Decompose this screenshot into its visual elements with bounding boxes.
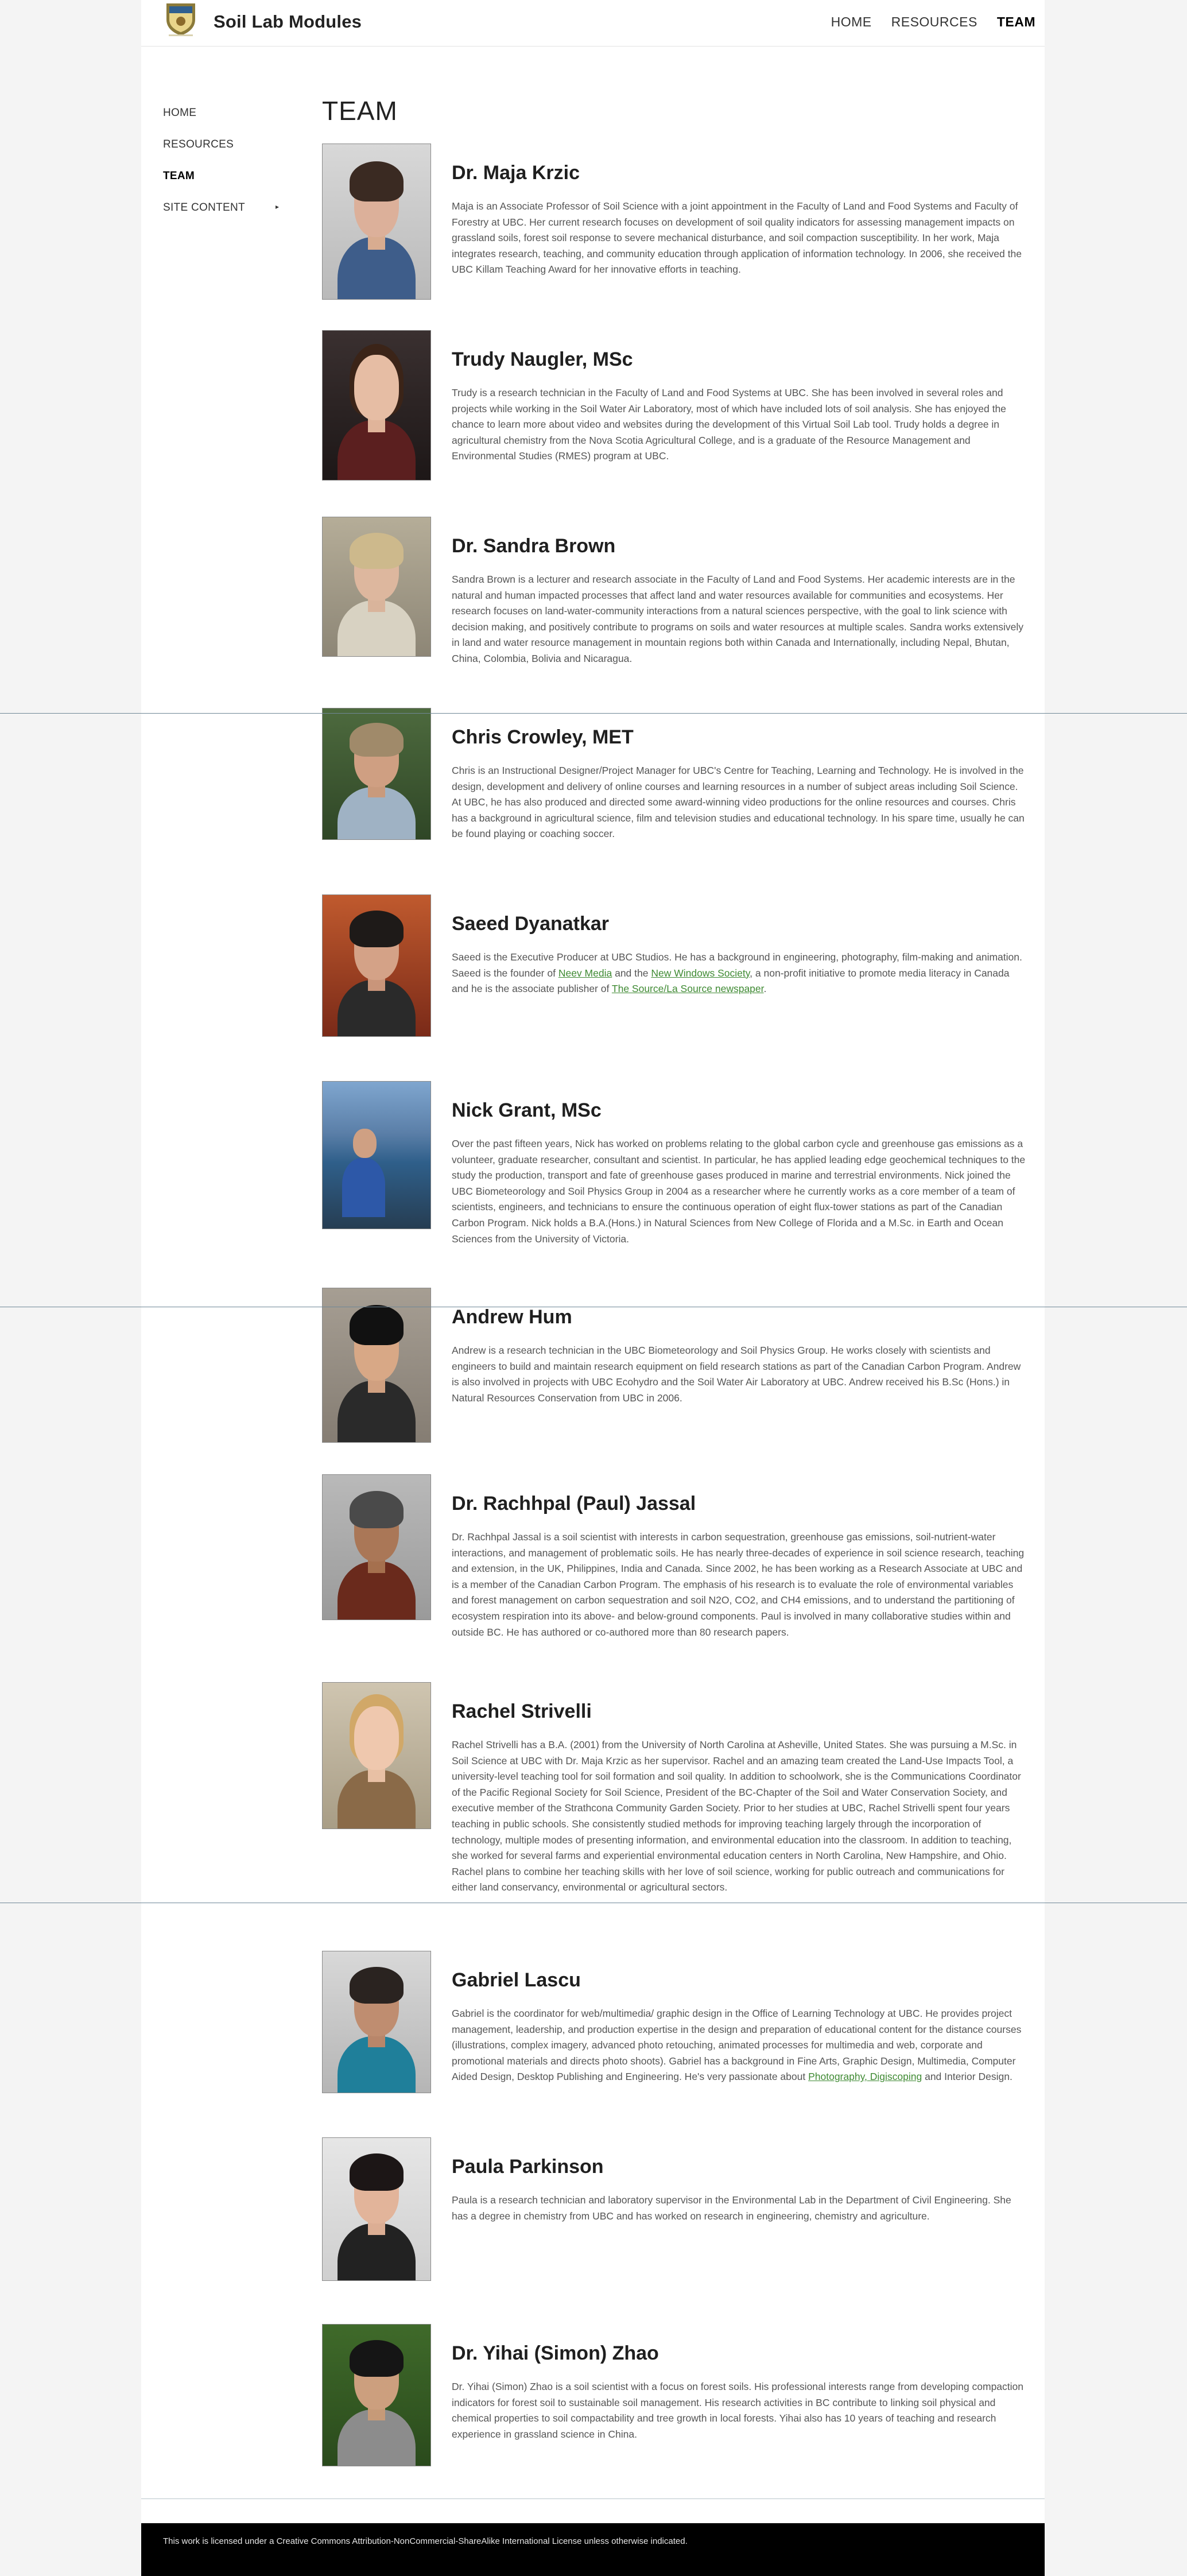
top-nav-home[interactable]: HOME: [831, 14, 872, 30]
member-name: Trudy Naugler, MSc: [452, 348, 633, 370]
sidebar-item-site-content[interactable]: SITE CONTENT ▸: [163, 202, 284, 233]
member-photo: [322, 517, 431, 657]
neev-media-link[interactable]: Neev Media: [558, 967, 612, 979]
member-bio: Sandra Brown is a lecturer and research …: [452, 574, 1024, 664]
member-bio: Andrew is a research technician in the U…: [452, 1345, 1021, 1404]
source-newspaper-link[interactable]: The Source/La Source newspaper: [612, 983, 764, 994]
caret-right-icon[interactable]: ▸: [276, 203, 279, 211]
member-name: Chris Crowley, MET: [452, 726, 634, 748]
top-nav-resources[interactable]: RESOURCES: [891, 14, 977, 30]
member-photo: [322, 330, 431, 481]
sidebar-item-home[interactable]: HOME: [163, 107, 284, 138]
member-name: Dr. Rachhpal (Paul) Jassal: [452, 1493, 696, 1514]
member-name: Rachel Strivelli: [452, 1700, 592, 1722]
top-nav-team[interactable]: TEAM: [997, 14, 1035, 30]
member-name: Paula Parkinson: [452, 2156, 604, 2178]
member-photo: [322, 2324, 431, 2466]
member-bio: Saeed is the Executive Producer at UBC S…: [452, 951, 1022, 995]
member-bio: Chris is an Instructional Designer/Proje…: [452, 765, 1025, 840]
divider: [0, 713, 1187, 714]
site-footer: This work is licensed under a Creative C…: [141, 2523, 1045, 2576]
page-title: TEAM: [322, 96, 398, 126]
member-name: Dr. Yihai (Simon) Zhao: [452, 2342, 659, 2364]
member-photo: [322, 1474, 431, 1620]
member-photo: [322, 1951, 431, 2093]
sidebar-nav: HOME RESOURCES TEAM SITE CONTENT ▸: [163, 107, 284, 233]
member-bio: Dr. Yihai (Simon) Zhao is a soil scienti…: [452, 2381, 1024, 2440]
sidebar-item-team[interactable]: TEAM: [163, 170, 284, 202]
site-title[interactable]: Soil Lab Modules: [214, 11, 362, 32]
member-bio: Trudy is a research technician in the Fa…: [452, 387, 1006, 462]
member-bio: Maja is an Associate Professor of Soil S…: [452, 200, 1022, 276]
member-name: Dr. Maja Krzic: [452, 162, 580, 184]
member-bio: Over the past fifteen years, Nick has wo…: [452, 1138, 1026, 1245]
member-name: Andrew Hum: [452, 1306, 572, 1328]
new-windows-society-link[interactable]: New Windows Society: [651, 967, 750, 979]
member-name: Saeed Dyanatkar: [452, 913, 610, 935]
member-name: Gabriel Lascu: [452, 1969, 581, 1991]
divider: [141, 2498, 1045, 2499]
photography-digiscoping-link[interactable]: Photography, Digiscoping: [808, 2071, 922, 2082]
site-header: Soil Lab Modules HOME RESOURCES TEAM: [141, 0, 1045, 47]
member-bio: Rachel Strivelli has a B.A. (2001) from …: [452, 1739, 1021, 1893]
member-bio: Gabriel is the coordinator for web/multi…: [452, 2008, 1022, 2083]
license-text: This work is licensed under a Creative C…: [163, 2536, 688, 2546]
member-bio: Dr. Rachhpal Jassal is a soil scientist …: [452, 1531, 1025, 1638]
ubc-crest-icon[interactable]: [164, 2, 197, 37]
member-photo: [322, 144, 431, 300]
member-photo: [322, 708, 431, 840]
member-bio: Paula is a research technician and labor…: [452, 2194, 1011, 2222]
member-photo: [322, 894, 431, 1037]
member-photo: [322, 1682, 431, 1829]
sidebar-item-resources[interactable]: RESOURCES: [163, 138, 284, 170]
top-nav: HOME RESOURCES TEAM: [831, 14, 1035, 30]
member-photo: [322, 1288, 431, 1443]
member-photo: [322, 1081, 431, 1229]
member-name: Nick Grant, MSc: [452, 1099, 602, 1121]
sidebar-item-label: SITE CONTENT: [163, 202, 245, 214]
member-photo: [322, 2137, 431, 2281]
member-name: Dr. Sandra Brown: [452, 535, 616, 557]
